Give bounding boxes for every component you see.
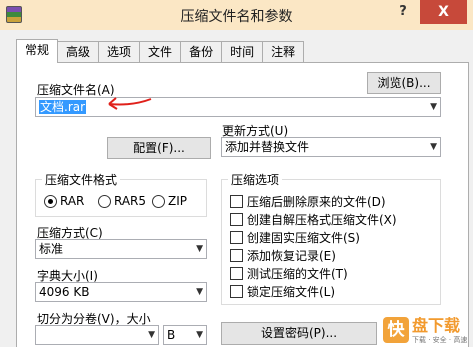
watermark-logo-icon: 快 [383,317,409,343]
compression-method-select[interactable]: 标准 ▼ [35,239,207,259]
chevron-down-icon[interactable]: ▼ [430,98,437,116]
split-unit-value: B [167,328,176,342]
option-label: 添加恢复记录(E) [247,249,336,263]
checkbox[interactable] [230,267,243,280]
help-button[interactable]: ? [388,0,418,24]
option-delete-after[interactable]: 压缩后删除原来的文件(D) [230,193,386,210]
chevron-down-icon[interactable]: ▼ [148,326,155,344]
checkbox[interactable] [230,195,243,208]
dictionary-size-select[interactable]: 4096 KB ▼ [35,282,207,302]
site-watermark: 快 盘下载 下载 · 安全 · 高速 [383,317,471,345]
option-solid[interactable]: 创建固实压缩文件(S) [230,229,360,246]
tab-general[interactable]: 常规 [16,39,59,63]
radio-rar5-indicator[interactable] [98,194,111,208]
radio-zip-indicator[interactable] [152,194,165,208]
checkbox[interactable] [230,285,243,298]
archive-format-label: 压缩文件格式 [42,171,121,188]
browse-button[interactable]: 浏览(B)... [367,72,441,94]
profiles-button[interactable]: 配置(F)... [107,137,211,159]
option-label: 测试压缩的文件(T) [247,267,348,281]
set-password-button[interactable]: 设置密码(P)... [221,322,377,345]
option-label: 创建自解压格式压缩文件(X) [247,213,397,227]
option-test-files[interactable]: 测试压缩的文件(T) [230,265,348,282]
archiving-options-group: 压缩选项 压缩后删除原来的文件(D) 创建自解压格式压缩文件(X) 创建固实压缩… [221,171,441,305]
tab-files[interactable]: 文件 [139,41,182,63]
option-label: 锁定压缩文件(L) [247,285,336,299]
option-label: 压缩后删除原来的文件(D) [247,195,386,209]
archive-name-value: 文档.rar [39,100,87,114]
option-sfx[interactable]: 创建自解压格式压缩文件(X) [230,211,397,228]
watermark-text: 盘下载 [412,316,461,335]
radio-zip[interactable]: ZIP [152,194,187,208]
chevron-down-icon[interactable]: ▼ [196,240,203,258]
tab-comment[interactable]: 注释 [262,41,305,63]
watermark-subtext: 下载 · 安全 · 高速 [412,336,468,344]
chevron-down-icon[interactable]: ▼ [196,326,203,344]
tab-time[interactable]: 时间 [221,41,264,63]
option-recovery-record[interactable]: 添加恢复记录(E) [230,247,336,264]
chevron-down-icon[interactable]: ▼ [196,283,203,301]
tab-advanced[interactable]: 高级 [57,41,100,63]
compression-method-value: 标准 [39,242,64,256]
radio-rar5[interactable]: RAR5 [98,194,146,208]
archive-format-group: 压缩文件格式 RAR RAR5 ZIP [35,171,207,217]
close-button[interactable]: X [420,0,467,24]
tab-bar: 常规 高级 选项 文件 备份 时间 注释 [16,39,305,63]
checkbox[interactable] [230,213,243,226]
radio-rar[interactable]: RAR [44,194,84,208]
chevron-down-icon[interactable]: ▼ [430,138,437,156]
archive-name-combobox[interactable]: 文档.rar ▼ [35,97,441,117]
radio-rar-indicator[interactable] [44,194,57,208]
update-mode-select[interactable]: 添加并替换文件 ▼ [221,137,441,157]
option-lock-archive[interactable]: 锁定压缩文件(L) [230,283,335,300]
general-tab-panel: 压缩文件名(A) 浏览(B)... 文档.rar ▼ 配置(F)... 更新方式… [16,62,469,347]
archive-name-label: 压缩文件名(A) [37,83,115,97]
checkbox[interactable] [230,231,243,244]
radio-zip-label: ZIP [168,194,187,208]
tab-options[interactable]: 选项 [98,41,141,63]
radio-rar5-label: RAR5 [114,194,147,208]
checkbox[interactable] [230,249,243,262]
option-label: 创建固实压缩文件(S) [247,231,360,245]
split-size-input[interactable]: ▼ [35,325,159,345]
archiving-options-label: 压缩选项 [228,171,283,188]
red-arrow-annotation [108,97,152,110]
radio-rar-label: RAR [60,194,85,208]
update-mode-value: 添加并替换文件 [225,140,310,154]
dictionary-size-value: 4096 KB [39,285,90,299]
split-unit-select[interactable]: B ▼ [163,325,207,345]
tab-backup[interactable]: 备份 [180,41,223,63]
title-bar: 压缩文件名和参数 ? X [0,0,473,30]
